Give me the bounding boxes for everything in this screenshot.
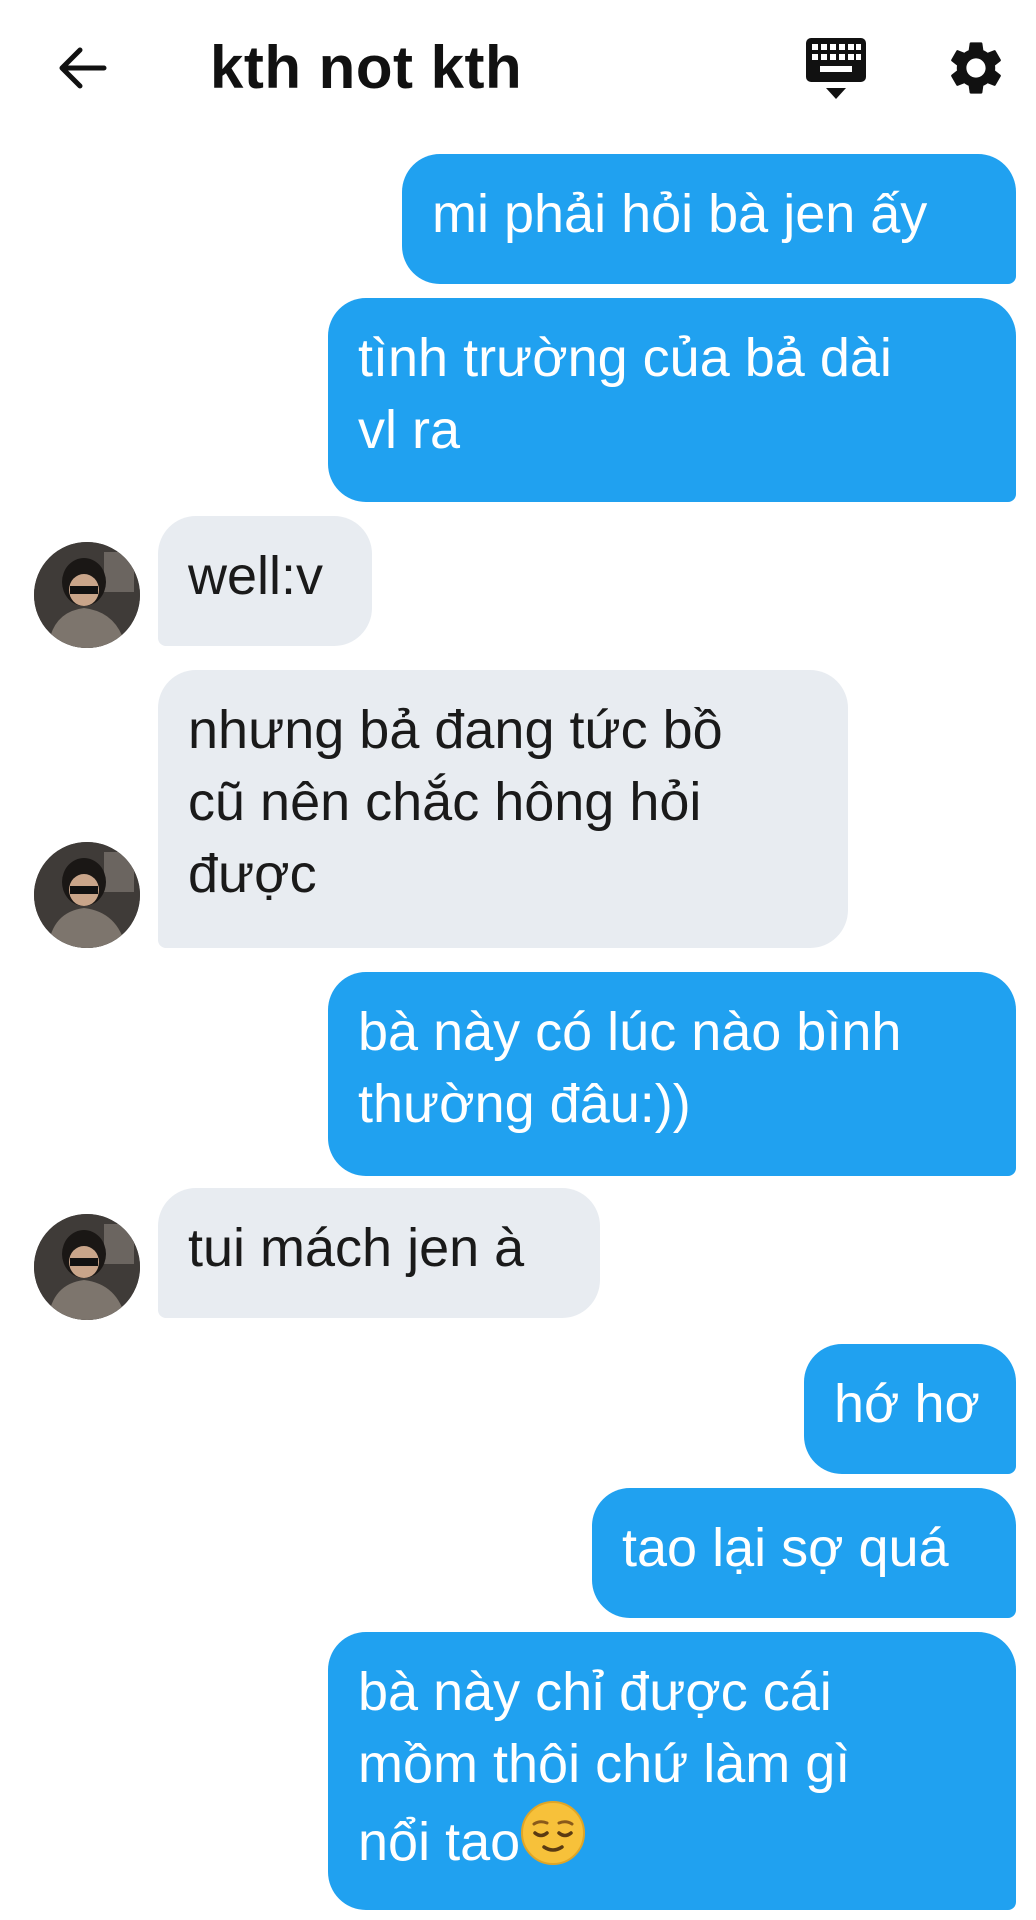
message-bubble-outgoing[interactable]: bà này chỉ được cái mồm thôi chứ làm gì … [328,1632,1016,1910]
message-line: well:v [188,546,324,606]
back-arrow-icon [59,47,107,89]
message-bubble-incoming[interactable]: tui mách jen à [158,1188,600,1318]
message-line: được [188,844,317,904]
contact-avatar[interactable] [34,1214,140,1320]
message-line: mi phải hỏi bà jen ấy [432,184,928,244]
settings-button[interactable] [944,36,1008,100]
message-line: tao lại sợ quá [622,1518,949,1578]
message-line: nổi tao [358,1800,986,1884]
contact-avatar[interactable] [34,842,140,948]
message-line: hớ hơ [834,1374,980,1434]
gear-icon [951,42,1001,94]
message-line: thường đâu:)) [358,1074,691,1134]
chat-header: kth not kth [0,0,1036,140]
back-button[interactable] [52,38,112,98]
message-bubble-incoming[interactable]: nhưng bả đang tức bồ cũ nên chắc hông hỏ… [158,670,848,948]
message-bubble-outgoing[interactable]: bà này có lúc nào bình thường đâu:)) [328,972,1016,1176]
keyboard-button[interactable] [804,36,868,102]
message-line: tình trường của bả dài [358,328,892,388]
message-line: bà này có lúc nào bình [358,1002,902,1062]
message-line: cũ nên chắc hông hỏi [188,772,702,832]
keyboard-icon [806,38,866,99]
message-line: nhưng bả đang tức bồ [188,700,723,760]
message-bubble-outgoing[interactable]: tình trường của bả dài vl ra [328,298,1016,502]
conversation-title: kth not kth [210,34,523,101]
message-line: vl ra [358,400,461,460]
message-bubble-outgoing[interactable]: mi phải hỏi bà jen ấy [402,154,1016,284]
message-line-text: nổi tao [358,1812,521,1872]
message-line: tui mách jen à [188,1218,525,1278]
message-bubble-outgoing[interactable]: tao lại sợ quá [592,1488,1016,1618]
contact-avatar[interactable] [34,542,140,648]
message-bubble-outgoing[interactable]: hớ hơ [804,1344,1016,1474]
message-line: mồm thôi chứ làm gì [358,1734,851,1794]
message-bubble-incoming[interactable]: well:v [158,516,372,646]
relieved-face-emoji [520,1800,586,1884]
message-line: bà này chỉ được cái [358,1662,832,1722]
